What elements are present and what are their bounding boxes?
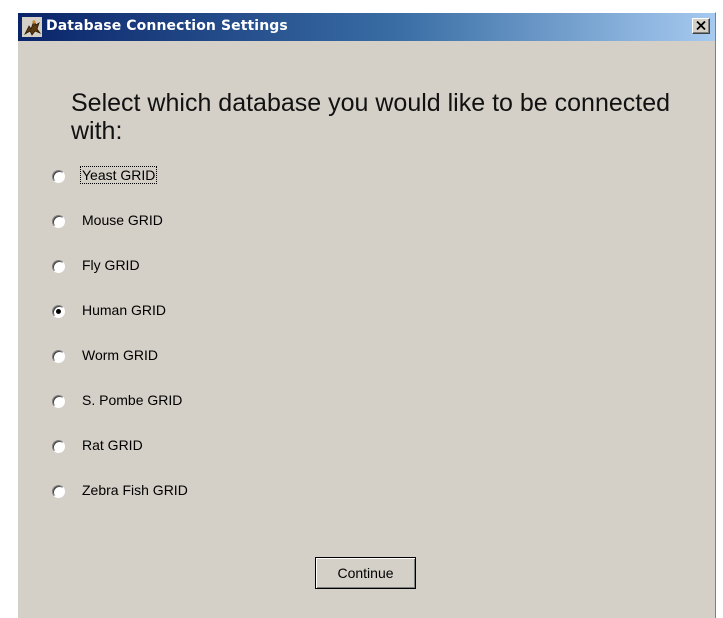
radio-label[interactable]: Zebra Fish GRID xyxy=(81,482,189,498)
title-bar[interactable]: Database Connection Settings xyxy=(18,13,715,41)
app-logo-icon xyxy=(22,17,42,37)
radio-button[interactable] xyxy=(52,260,65,273)
radio-label[interactable]: Fly GRID xyxy=(81,257,141,273)
radio-label[interactable]: Human GRID xyxy=(81,302,167,318)
radio-label[interactable]: S. Pombe GRID xyxy=(81,392,183,408)
radio-label[interactable]: Yeast GRID xyxy=(79,166,158,184)
radio-button[interactable] xyxy=(52,485,65,498)
radio-button[interactable] xyxy=(52,350,65,363)
close-button[interactable] xyxy=(692,18,710,34)
radio-label[interactable]: Rat GRID xyxy=(81,437,144,453)
window-title: Database Connection Settings xyxy=(46,18,288,34)
radio-button[interactable] xyxy=(52,305,65,318)
radio-button[interactable] xyxy=(52,215,65,228)
continue-button[interactable]: Continue xyxy=(315,557,416,589)
close-icon xyxy=(696,21,706,30)
radio-label[interactable]: Worm GRID xyxy=(81,347,159,363)
radio-button[interactable] xyxy=(52,395,65,408)
radio-button[interactable] xyxy=(52,440,65,453)
radio-label[interactable]: Mouse GRID xyxy=(81,212,164,228)
database-connection-dialog: Database Connection Settings Select whic… xyxy=(17,12,716,618)
prompt-heading: Select which database you would like to … xyxy=(71,89,670,145)
radio-button[interactable] xyxy=(52,170,65,183)
